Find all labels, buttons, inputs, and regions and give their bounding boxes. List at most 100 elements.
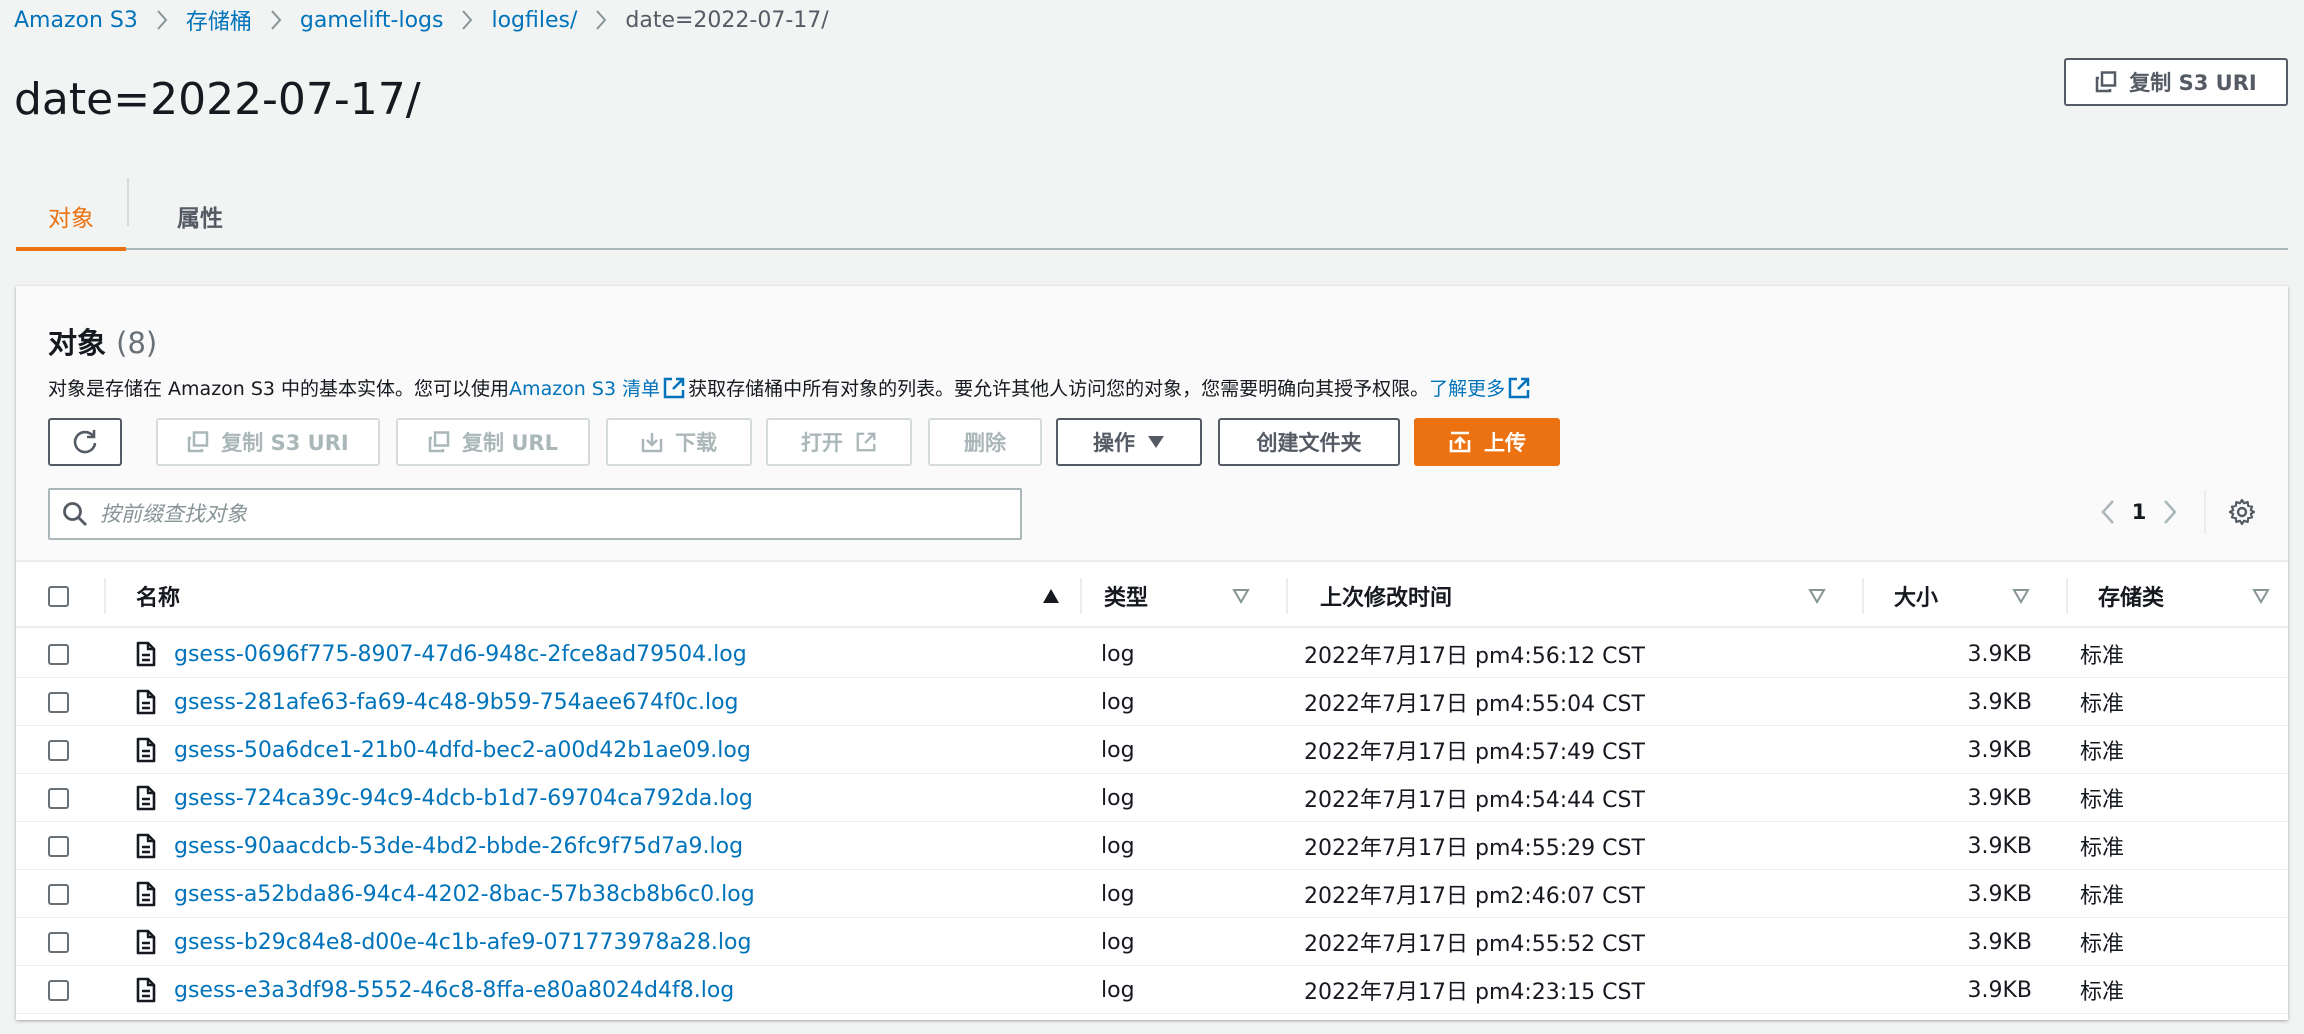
table-row[interactable]: gsess-90aacdcb-53de-4bd2-bbde-26fc9f75d7… [16, 822, 2288, 870]
tab-objects[interactable]: 对象 [16, 184, 126, 251]
breadcrumb-bucket[interactable]: gamelift-logs [300, 8, 444, 33]
object-size: 3.9KB [1967, 689, 2032, 715]
object-size: 3.9KB [1967, 881, 2032, 907]
pagination: 1 [2100, 486, 2256, 538]
s3-inventory-link[interactable]: Amazon S3 清单 [509, 374, 660, 401]
breadcrumb-current: date=2022-07-17/ [625, 7, 829, 33]
copy-icon [188, 431, 209, 453]
upload-label: 上传 [1484, 431, 1526, 455]
row-checkbox[interactable] [48, 787, 69, 809]
table-row[interactable]: gsess-281afe63-fa69-4c48-9b59-754aee674f… [16, 678, 2288, 726]
row-checkbox[interactable] [48, 643, 69, 665]
upload-button[interactable]: 上传 [1414, 418, 1560, 466]
object-name-link[interactable]: gsess-b29c84e8-d00e-4c1b-afe9-071773978a… [174, 918, 751, 966]
previous-page-icon[interactable] [2100, 499, 2116, 525]
row-checkbox[interactable] [48, 979, 69, 1001]
copy-s3-uri-toolbar-button[interactable]: 复制 S3 URI [156, 418, 380, 466]
file-icon [136, 966, 156, 1014]
tab-bar: 对象 属性 [16, 170, 2288, 251]
table-row[interactable]: gsess-b29c84e8-d00e-4c1b-afe9-071773978a… [16, 918, 2288, 966]
row-checkbox[interactable] [48, 835, 69, 857]
tab-properties[interactable]: 属性 [140, 184, 260, 248]
column-header-last-modified[interactable]: 上次修改时间 [1286, 564, 1862, 628]
object-storage-class: 标准 [2080, 788, 2125, 813]
column-header-type[interactable]: 类型 [1080, 564, 1286, 628]
select-all-checkbox[interactable] [48, 585, 69, 607]
column-divider [104, 578, 106, 614]
object-name-link[interactable]: gsess-0696f775-8907-47d6-948c-2fce8ad795… [174, 630, 747, 678]
object-storage-class: 标准 [2080, 692, 2125, 717]
object-type: log [1101, 929, 1135, 955]
copy-url-button[interactable]: 复制 URL [396, 418, 590, 466]
table-row[interactable]: gsess-a52bda86-94c4-4202-8bac-57b38cb8b6… [16, 870, 2288, 918]
column-header-size[interactable]: 大小 [1862, 564, 2066, 628]
sort-icon[interactable] [1808, 588, 1826, 604]
copy-s3-uri-button[interactable]: 复制 S3 URI [2064, 58, 2288, 106]
delete-button[interactable]: 删除 [928, 418, 1042, 466]
chevron-right-icon [443, 9, 491, 31]
object-last-modified: 2022年7月17日 pm4:57:49 CST [1304, 740, 1645, 765]
row-select-cell [48, 678, 69, 726]
object-storage-class: 标准 [2080, 980, 2125, 1005]
search-icon [63, 502, 87, 526]
object-type: log [1101, 641, 1135, 667]
column-label-type: 类型 [1104, 586, 1149, 611]
column-label-storage-class: 存储类 [2098, 586, 2165, 611]
actions-label: 操作 [1093, 431, 1135, 455]
object-last-modified: 2022年7月17日 pm4:55:29 CST [1304, 836, 1645, 861]
create-folder-label: 创建文件夹 [1256, 431, 1362, 455]
object-type: log [1101, 689, 1135, 715]
breadcrumb-folder[interactable]: logfiles/ [491, 8, 577, 33]
breadcrumb-buckets[interactable]: 存储桶 [186, 4, 252, 36]
copy-s3-uri-label: 复制 S3 URI [221, 431, 349, 455]
file-icon [136, 678, 156, 726]
object-name-link[interactable]: gsess-281afe63-fa69-4c48-9b59-754aee674f… [174, 678, 739, 726]
gear-icon[interactable] [2228, 498, 2256, 526]
breadcrumb-amazon-s3[interactable]: Amazon S3 [14, 8, 138, 33]
panel-header: 对象 (8) 对象是存储在 Amazon S3 中的基本实体。您可以使用 Ama… [16, 286, 2288, 562]
row-checkbox[interactable] [48, 883, 69, 905]
open-button[interactable]: 打开 [766, 418, 912, 466]
copy-s3-uri-label: 复制 S3 URI [2129, 71, 2257, 95]
object-name-link[interactable]: gsess-90aacdcb-53de-4bd2-bbde-26fc9f75d7… [174, 822, 743, 870]
sort-ascending-icon[interactable] [1042, 588, 1060, 604]
object-name-link[interactable]: gsess-724ca39c-94c9-4dcb-b1d7-69704ca792… [174, 774, 753, 822]
table-row[interactable]: gsess-0696f775-8907-47d6-948c-2fce8ad795… [16, 630, 2288, 678]
row-checkbox[interactable] [48, 739, 69, 761]
row-checkbox[interactable] [48, 691, 69, 713]
table-row[interactable]: gsess-e3a3df98-5552-46c8-8ffa-e80a8024d4… [16, 966, 2288, 1014]
next-page-icon[interactable] [2162, 499, 2178, 525]
object-size: 3.9KB [1967, 929, 2032, 955]
column-divider [2066, 578, 2068, 614]
column-divider [1286, 578, 1288, 614]
object-last-modified: 2022年7月17日 pm4:56:12 CST [1304, 644, 1645, 669]
sort-icon[interactable] [2012, 588, 2030, 604]
create-folder-button[interactable]: 创建文件夹 [1218, 418, 1400, 466]
refresh-button[interactable] [48, 418, 122, 466]
object-name-link[interactable]: gsess-e3a3df98-5552-46c8-8ffa-e80a8024d4… [174, 966, 734, 1014]
row-select-cell [48, 630, 69, 678]
table-row[interactable]: gsess-724ca39c-94c9-4dcb-b1d7-69704ca792… [16, 774, 2288, 822]
object-name-link[interactable]: gsess-a52bda86-94c4-4202-8bac-57b38cb8b6… [174, 870, 755, 918]
current-page[interactable]: 1 [2116, 500, 2162, 524]
sort-icon[interactable] [1232, 588, 1250, 604]
objects-panel: 对象 (8) 对象是存储在 Amazon S3 中的基本实体。您可以使用 Ama… [16, 286, 2288, 1020]
sort-icon[interactable] [2252, 588, 2270, 604]
column-header-name[interactable]: 名称 [104, 564, 1080, 628]
search-input[interactable] [98, 501, 978, 527]
object-storage-class: 标准 [2080, 836, 2125, 861]
object-name-link[interactable]: gsess-50a6dce1-21b0-4dfd-bec2-a00d42b1ae… [174, 726, 751, 774]
row-select-cell [48, 870, 69, 918]
download-button[interactable]: 下载 [606, 418, 752, 466]
actions-dropdown[interactable]: 操作 [1056, 418, 1202, 466]
row-checkbox[interactable] [48, 931, 69, 953]
object-last-modified: 2022年7月17日 pm2:46:07 CST [1304, 884, 1645, 909]
desc-text-2: 获取存储桶中所有对象的列表。要允许其他人访问您的对象，您需要明确向其授予权限。 [688, 378, 1430, 400]
learn-more-link[interactable]: 了解更多 [1429, 374, 1505, 401]
row-select-cell [48, 774, 69, 822]
table-row[interactable]: gsess-50a6dce1-21b0-4dfd-bec2-a00d42b1ae… [16, 726, 2288, 774]
file-icon [136, 822, 156, 870]
copy-icon [428, 431, 450, 453]
search-box [48, 488, 1022, 540]
column-header-storage-class[interactable]: 存储类 [2066, 564, 2288, 628]
